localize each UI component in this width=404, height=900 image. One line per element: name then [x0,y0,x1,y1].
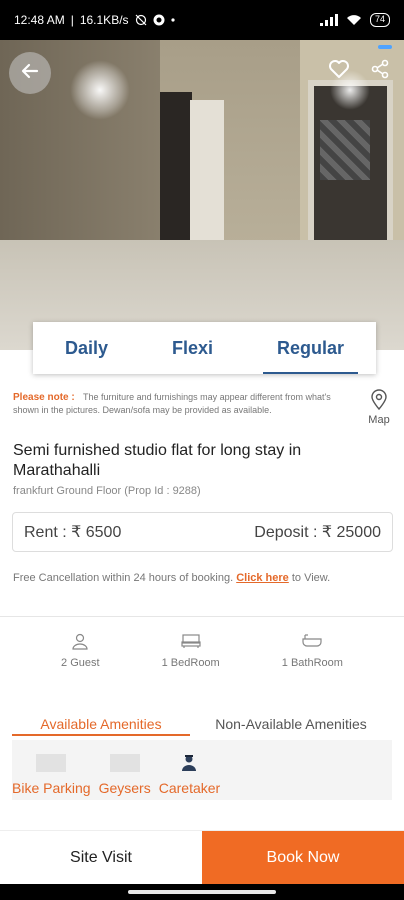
feature-bathroom-label: 1 BathRoom [281,657,343,669]
bed-icon [162,630,220,652]
cancellation-link[interactable]: Click here [236,572,289,584]
tab-daily[interactable]: Daily [51,322,122,374]
share-icon [370,59,390,84]
user-icon [61,630,100,652]
feature-bedroom: 1 BedRoom [162,630,220,669]
dot-icon [170,18,175,22]
bathtub-icon [282,630,343,652]
map-label: Map [368,414,390,426]
amenity-caretaker: Caretaker [159,754,220,796]
price-box: Rent : ₹ 6500 Deposit : ₹ 25000 [12,512,393,552]
map-button[interactable]: Map [362,389,396,426]
feature-guests-label: 2 Guest [61,657,100,669]
status-left: 12:48 AM | 16.1KB/s [14,13,175,27]
location-pin-icon [362,389,396,414]
deposit-price: Deposit : ₹ 25000 [254,524,381,541]
tab-flexi[interactable]: Flexi [158,322,227,374]
share-button[interactable] [367,58,393,84]
listing-subtitle: frankfurt Ground Floor (Prop Id : 9288) [13,485,201,497]
battery-indicator: 74 [369,13,390,27]
photo-pager-indicator [378,45,392,49]
status-bar: 12:48 AM | 16.1KB/s 74 [0,0,404,40]
stay-type-tabs: Daily Flexi Regular [33,322,376,374]
caretaker-icon [174,754,204,772]
back-button[interactable] [9,52,51,94]
photo-light-glare [70,60,130,120]
room-features: 2 Guest 1 BedRoom 1 BathRoom [0,630,404,669]
feature-bathroom: 1 BathRoom [282,630,343,669]
favorite-button[interactable] [326,58,352,84]
amenity-label: Caretaker [158,780,221,796]
cancellation-suffix: to View. [291,572,331,584]
system-nav-bar [0,884,404,900]
status-right: 74 [319,13,390,27]
amenities-list: Bike Parking Geysers Caretaker [12,740,392,800]
photo-door-dark [160,92,192,242]
site-visit-button[interactable]: Site Visit [0,831,202,885]
alarm-off-icon [135,14,147,26]
furnishing-note: Please note : The furniture and furnishi… [13,391,343,416]
book-now-button[interactable]: Book Now [202,831,404,885]
rent-price: Rent : ₹ 6500 [24,524,122,541]
amenity-label: Geysers [98,780,151,796]
status-separator: | [70,13,74,27]
photo-door-white [190,100,224,250]
amenity-geysers: Geysers [99,754,151,796]
section-divider [0,616,404,617]
feature-guests: 2 Guest [61,630,100,669]
action-bar: Site Visit Book Now [0,830,404,885]
bike-parking-icon [36,754,67,772]
amenity-tabs: Available Amenities Non-Available Amenit… [12,716,392,736]
signal-icon [319,14,338,26]
tab-available-amenities[interactable]: Available Amenities [12,716,190,736]
listing-title: Semi furnished studio flat for long stay… [13,442,302,479]
photo-tiles [320,120,370,180]
home-gesture-handle[interactable] [128,890,276,894]
cancellation-text: Free Cancellation within 24 hours of boo… [13,572,234,584]
amenity-bike-parking: Bike Parking [12,754,91,796]
wifi-icon [346,14,362,26]
heart-icon [328,59,350,84]
amenity-label: Bike Parking [12,780,91,796]
tab-non-available-amenities[interactable]: Non-Available Amenities [190,716,392,736]
arrow-left-icon [20,61,40,86]
feature-bedroom-label: 1 BedRoom [161,657,220,669]
note-label: Please note : [13,392,75,403]
tab-regular[interactable]: Regular [262,322,359,374]
status-speed: 16.1KB/s [79,13,129,27]
geyser-icon [109,754,140,772]
cancellation-info: Free Cancellation within 24 hours of boo… [13,571,393,585]
property-photo[interactable] [0,40,404,350]
status-time: 12:48 AM [14,13,65,27]
app-notification-icon [153,14,165,26]
